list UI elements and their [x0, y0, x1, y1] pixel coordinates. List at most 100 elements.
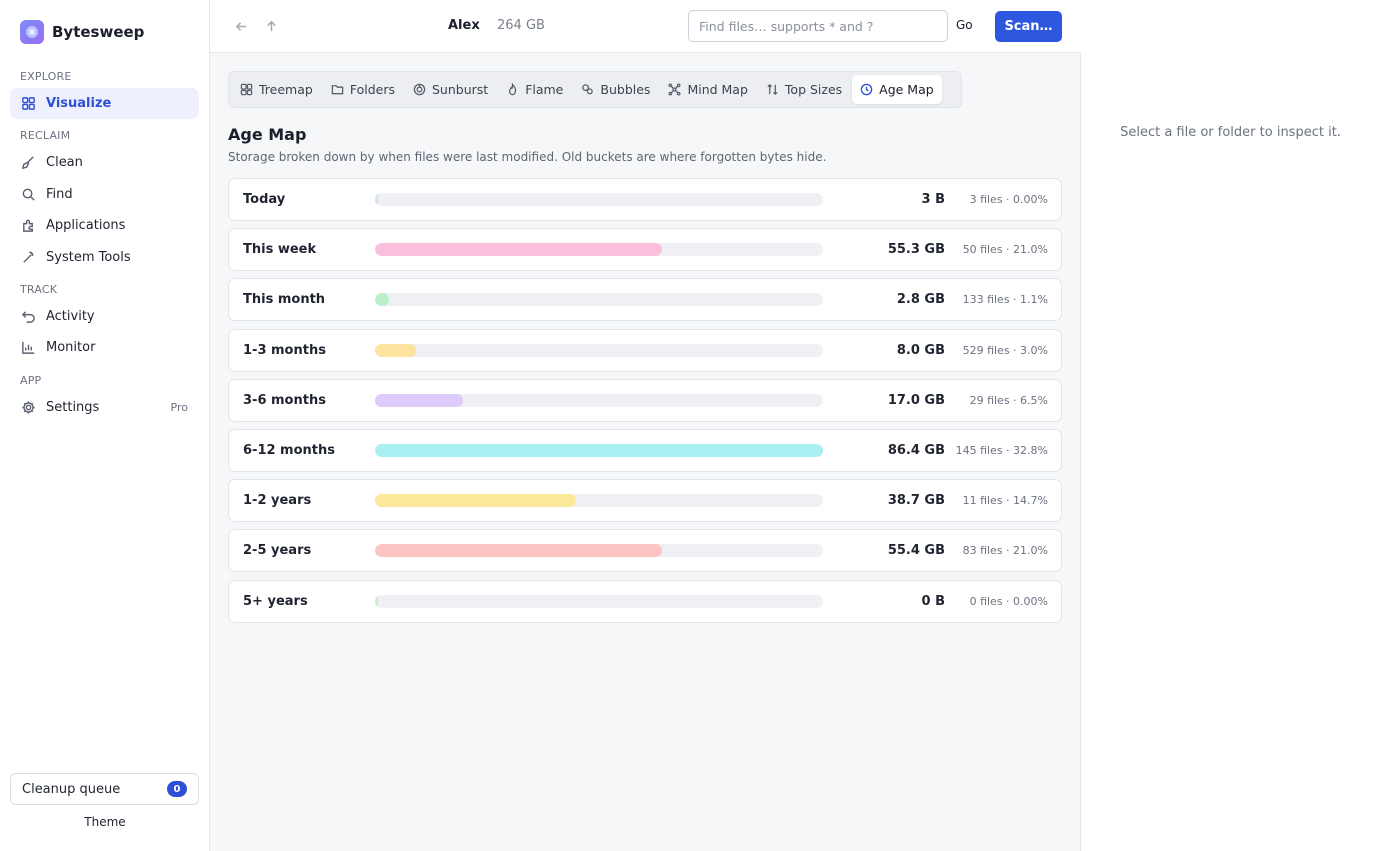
- bucket-bar-fill: [375, 594, 378, 608]
- tab-label: Sunburst: [431, 82, 489, 97]
- back-arrow-icon[interactable]: [231, 16, 251, 36]
- bucket-meta: 529 files · 3.0%: [962, 343, 1048, 357]
- sidebar-item-settings[interactable]: Settings Pro: [10, 392, 199, 423]
- sidebar-item-label: Applications: [46, 218, 126, 233]
- tab-bubbles[interactable]: Bubbles: [573, 75, 658, 104]
- top-bar: Alex 264 GB Go Scan…: [210, 0, 1081, 53]
- bucket-size: 3 B: [921, 192, 945, 207]
- main-content: Treemap Folders Sunburst Flame Bubbles M…: [210, 53, 1081, 851]
- sidebar-item-find[interactable]: Find: [10, 179, 199, 210]
- bucket-bar-track: [375, 393, 823, 407]
- sidebar-item-system-tools[interactable]: System Tools: [10, 242, 199, 273]
- go-button[interactable]: Go: [956, 18, 973, 32]
- bucket-size: 55.3 GB: [887, 242, 945, 258]
- cleanup-queue-count: 0: [167, 781, 187, 797]
- gear-icon: [20, 400, 36, 416]
- search-input[interactable]: [688, 10, 948, 42]
- bucket-label: 1-2 years: [243, 493, 312, 509]
- sidebar-item-activity[interactable]: Activity: [10, 301, 199, 332]
- tab-folders[interactable]: Folders: [323, 75, 403, 104]
- up-arrow-icon[interactable]: [261, 16, 281, 36]
- bucket-bar-track: [375, 293, 823, 307]
- tab-flame[interactable]: Flame: [498, 75, 571, 104]
- bucket-bar-track: [375, 193, 823, 206]
- search-icon: [20, 187, 36, 203]
- wand-icon: [20, 250, 36, 266]
- theme-toggle[interactable]: Theme: [0, 815, 210, 829]
- bucket-meta: 83 files · 21.0%: [962, 544, 1048, 558]
- tab-age-map[interactable]: Age Map: [852, 75, 942, 104]
- bar-chart-icon: [20, 340, 36, 356]
- inspector-panel: Select a file or folder to inspect it.: [1081, 0, 1380, 851]
- breadcrumb-user[interactable]: Alex: [448, 18, 480, 33]
- tab-treemap[interactable]: Treemap: [232, 75, 321, 104]
- sidebar-item-label: Clean: [46, 155, 83, 170]
- view-tabs: Treemap Folders Sunburst Flame Bubbles M…: [228, 71, 962, 108]
- bubbles-icon: [582, 84, 594, 95]
- sidebar-item-monitor[interactable]: Monitor: [10, 332, 199, 363]
- bucket-meta: 29 files · 6.5%: [969, 393, 1048, 407]
- age-bucket-row[interactable]: This week 55.3 GB 50 files · 21.0%: [228, 228, 1062, 272]
- mindmap-icon: [668, 83, 681, 96]
- cleanup-queue-label: Cleanup queue: [22, 781, 121, 797]
- sidebar-item-clean[interactable]: Clean: [10, 147, 199, 178]
- bucket-label: 6-12 months: [243, 442, 335, 458]
- tab-sunburst[interactable]: Sunburst: [405, 75, 496, 104]
- sidebar-item-applications[interactable]: Applications: [10, 210, 199, 241]
- bucket-size: 2.8 GB: [896, 292, 945, 308]
- bucket-size: 8.0 GB: [896, 342, 945, 358]
- puzzle-icon: [20, 218, 36, 234]
- sidebar-item-label: Find: [46, 187, 73, 202]
- brand[interactable]: Bytesweep: [20, 20, 144, 44]
- bucket-meta: 145 files · 32.8%: [955, 443, 1048, 457]
- bucket-label: This week: [243, 242, 317, 258]
- treemap-icon: [240, 83, 253, 96]
- page-subtitle: Storage broken down by when files were l…: [228, 150, 827, 164]
- bucket-bar-fill: [375, 393, 464, 407]
- age-bucket-row[interactable]: 6-12 months 86.4 GB 145 files · 32.8%: [228, 428, 1062, 472]
- bucket-bar-track: [375, 594, 823, 608]
- bucket-bar-fill: [375, 343, 417, 357]
- sidebar: Bytesweep EXPLORE Visualize RECLAIM Clea…: [0, 0, 210, 851]
- page-title: Age Map: [228, 125, 307, 144]
- tab-label: Mind Map: [687, 82, 748, 97]
- clock-icon: [860, 83, 873, 96]
- scan-button[interactable]: Scan…: [995, 11, 1062, 42]
- bucket-label: 1-3 months: [243, 342, 326, 358]
- grid-icon: [20, 96, 36, 112]
- total-size: 264 GB: [497, 18, 545, 33]
- sidebar-item-label: Monitor: [46, 340, 96, 355]
- tab-top-sizes[interactable]: Top Sizes: [758, 75, 850, 104]
- tab-label: Flame: [525, 82, 564, 97]
- section-label-track: TRACK: [20, 283, 58, 296]
- age-bucket-row[interactable]: 1-2 years 38.7 GB 11 files · 14.7%: [228, 479, 1062, 523]
- bucket-meta: 0 files · 0.00%: [969, 594, 1048, 608]
- cleanup-queue-button[interactable]: Cleanup queue 0: [10, 773, 199, 805]
- bucket-bar-track: [375, 343, 823, 357]
- age-bucket-row[interactable]: 1-3 months 8.0 GB 529 files · 3.0%: [228, 328, 1062, 372]
- age-bucket-row[interactable]: 3-6 months 17.0 GB 29 files · 6.5%: [228, 378, 1062, 422]
- broom-icon: [20, 155, 36, 171]
- undo-icon: [20, 309, 36, 325]
- bucket-label: 2-5 years: [243, 543, 312, 559]
- bucket-label: Today: [243, 192, 286, 207]
- tab-label: Folders: [349, 82, 395, 97]
- tab-label: Bubbles: [600, 82, 651, 97]
- bucket-size: 86.4 GB: [887, 442, 945, 458]
- flame-icon: [509, 83, 517, 96]
- bucket-meta: 11 files · 14.7%: [962, 494, 1048, 508]
- age-bucket-row[interactable]: This month 2.8 GB 133 files · 1.1%: [228, 278, 1062, 322]
- tab-mind-map[interactable]: Mind Map: [660, 75, 755, 104]
- sidebar-item-visualize[interactable]: Visualize: [10, 88, 199, 119]
- age-bucket-row[interactable]: 5+ years 0 B 0 files · 0.00%: [228, 579, 1062, 623]
- bucket-bar-fill: [375, 544, 663, 558]
- bucket-label: 3-6 months: [243, 392, 326, 408]
- bucket-size: 17.0 GB: [887, 392, 945, 408]
- bucket-bar-fill: [375, 243, 662, 257]
- bucket-label: This month: [243, 292, 326, 308]
- age-bucket-row[interactable]: 2-5 years 55.4 GB 83 files · 21.0%: [228, 529, 1062, 573]
- age-bucket-row[interactable]: Today 3 B 3 files · 0.00%: [228, 178, 1062, 221]
- sidebar-item-label: Activity: [46, 309, 95, 324]
- bucket-bar-track: [375, 494, 823, 508]
- bucket-meta: 50 files · 21.0%: [962, 243, 1048, 257]
